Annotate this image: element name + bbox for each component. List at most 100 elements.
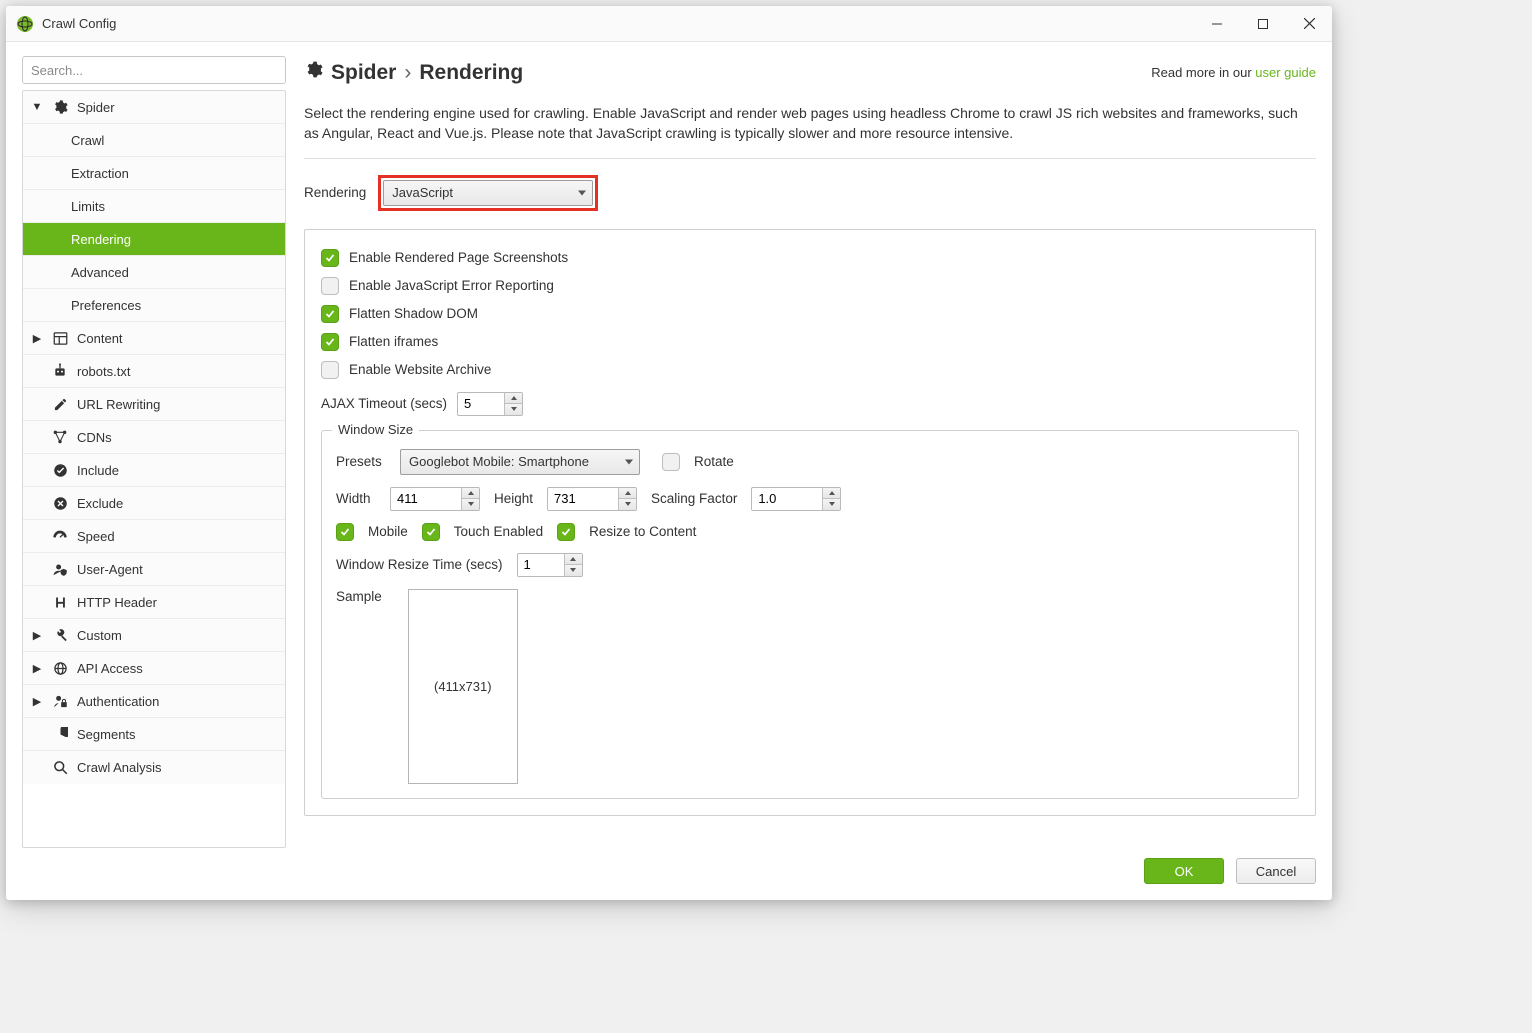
window-size-group: Window Size Presets Googlebot Mobile: Sm… (321, 430, 1299, 799)
sidebar-item-label: User-Agent (77, 562, 143, 577)
stepper-down-icon[interactable] (565, 564, 582, 576)
lock-user-icon (51, 692, 69, 710)
presets-label: Presets (336, 454, 386, 469)
sidebar-item-crawl[interactable]: Crawl (23, 124, 285, 157)
height-spinner[interactable] (547, 487, 637, 511)
checkbox-label: Enable Rendered Page Screenshots (349, 250, 568, 265)
checkbox-label: Flatten iframes (349, 334, 438, 349)
flatten-iframes-checkbox[interactable] (321, 333, 339, 351)
width-label: Width (336, 491, 376, 506)
maximize-button[interactable] (1240, 9, 1286, 39)
sidebar-item-extraction[interactable]: Extraction (23, 157, 285, 190)
height-label: Height (494, 491, 533, 506)
sidebar-item-exclude[interactable]: Exclude (23, 487, 285, 520)
user-guide-link[interactable]: user guide (1255, 65, 1316, 80)
flatten-shadow-dom-checkbox[interactable] (321, 305, 339, 323)
stepper-down-icon[interactable] (505, 403, 522, 415)
sidebar-item-label: Extraction (71, 166, 129, 181)
stepper-down-icon[interactable] (823, 498, 840, 510)
sidebar-item-segments[interactable]: Segments (23, 718, 285, 751)
rendering-value: JavaScript (392, 185, 453, 200)
enable-archive-checkbox[interactable] (321, 361, 339, 379)
sidebar-item-spider[interactable]: ▼ Spider (23, 91, 285, 124)
network-icon (51, 428, 69, 446)
stepper-up-icon[interactable] (505, 393, 522, 404)
window-title: Crawl Config (42, 16, 116, 31)
checkbox-row: Flatten Shadow DOM (321, 300, 1299, 328)
sidebar-item-label: Segments (77, 727, 136, 742)
checkbox-label: Enable Website Archive (349, 362, 491, 377)
stepper-up-icon[interactable] (619, 488, 636, 499)
sidebar-item-label: Speed (77, 529, 115, 544)
dimensions-row: Width Height Scaling Factor (336, 487, 1284, 511)
sample-dimensions: (411x731) (434, 679, 492, 694)
rotate-checkbox[interactable] (662, 453, 680, 471)
chevron-down-icon (578, 190, 586, 195)
search-placeholder: Search... (31, 63, 83, 78)
resize-time-spinner[interactable] (517, 553, 583, 577)
sidebar-item-cdns[interactable]: CDNs (23, 421, 285, 454)
sidebar-item-speed[interactable]: Speed (23, 520, 285, 553)
sidebar-item-include[interactable]: Include (23, 454, 285, 487)
ok-button[interactable]: OK (1144, 858, 1224, 884)
gear-icon (304, 60, 323, 85)
rendering-dropdown[interactable]: JavaScript (383, 180, 593, 206)
scaling-spinner[interactable] (751, 487, 841, 511)
checkbox-row: Enable JavaScript Error Reporting (321, 272, 1299, 300)
touch-label: Touch Enabled (454, 524, 543, 539)
width-spinner[interactable] (390, 487, 480, 511)
minimize-button[interactable] (1194, 9, 1240, 39)
close-button[interactable] (1286, 9, 1332, 39)
sidebar-item-crawl-analysis[interactable]: Crawl Analysis (23, 751, 285, 784)
resize-time-label: Window Resize Time (secs) (336, 557, 503, 572)
page-title: Spider › Rendering (304, 60, 523, 85)
stepper-up-icon[interactable] (823, 488, 840, 499)
gauge-icon (51, 527, 69, 545)
sidebar-item-label: API Access (77, 661, 143, 676)
x-circle-icon (51, 494, 69, 512)
sidebar-item-label: URL Rewriting (77, 397, 160, 412)
search-input[interactable]: Search... (22, 56, 286, 84)
sidebar-item-robots[interactable]: robots.txt (23, 355, 285, 388)
resize-time-input[interactable] (518, 554, 564, 576)
caret-down-icon: ▼ (31, 101, 43, 113)
sidebar-item-http-header[interactable]: HTTP Header (23, 586, 285, 619)
resize-content-label: Resize to Content (589, 524, 696, 539)
stepper-down-icon[interactable] (462, 498, 479, 510)
height-input[interactable] (548, 488, 618, 510)
sidebar-item-label: Content (77, 331, 123, 346)
sidebar-item-content[interactable]: ▶ Content (23, 322, 285, 355)
sidebar-item-authentication[interactable]: ▶ Authentication (23, 685, 285, 718)
sidebar-item-user-agent[interactable]: User-Agent (23, 553, 285, 586)
width-input[interactable] (391, 488, 461, 510)
sidebar-item-api-access[interactable]: ▶ API Access (23, 652, 285, 685)
sidebar: Search... ▼ Spider Crawl Extraction Limi… (22, 56, 286, 848)
sidebar-item-advanced[interactable]: Advanced (23, 256, 285, 289)
touch-checkbox[interactable] (422, 523, 440, 541)
checkbox-row: Flatten iframes (321, 328, 1299, 356)
mobile-checkbox[interactable] (336, 523, 354, 541)
sidebar-item-label: Crawl Analysis (77, 760, 162, 775)
sidebar-item-rendering[interactable]: Rendering (23, 223, 285, 256)
scaling-input[interactable] (752, 488, 822, 510)
sidebar-item-limits[interactable]: Limits (23, 190, 285, 223)
ajax-timeout-input[interactable] (458, 393, 504, 415)
sidebar-item-custom[interactable]: ▶ Custom (23, 619, 285, 652)
ajax-timeout-spinner[interactable] (457, 392, 523, 416)
dialog-window: Crawl Config Search... ▼ (6, 6, 1332, 900)
ajax-timeout-label: AJAX Timeout (secs) (321, 396, 447, 411)
sidebar-item-label: Preferences (71, 298, 141, 313)
sidebar-item-preferences[interactable]: Preferences (23, 289, 285, 322)
stepper-up-icon[interactable] (565, 554, 582, 565)
stepper-down-icon[interactable] (619, 498, 636, 510)
resize-content-checkbox[interactable] (557, 523, 575, 541)
enable-js-error-checkbox[interactable] (321, 277, 339, 295)
sidebar-item-label: Limits (71, 199, 105, 214)
cancel-button[interactable]: Cancel (1236, 858, 1316, 884)
sidebar-item-url-rewriting[interactable]: URL Rewriting (23, 388, 285, 421)
fieldset-legend: Window Size (332, 422, 419, 437)
robot-icon (51, 362, 69, 380)
stepper-up-icon[interactable] (462, 488, 479, 499)
presets-dropdown[interactable]: Googlebot Mobile: Smartphone (400, 449, 640, 475)
enable-screenshots-checkbox[interactable] (321, 249, 339, 267)
